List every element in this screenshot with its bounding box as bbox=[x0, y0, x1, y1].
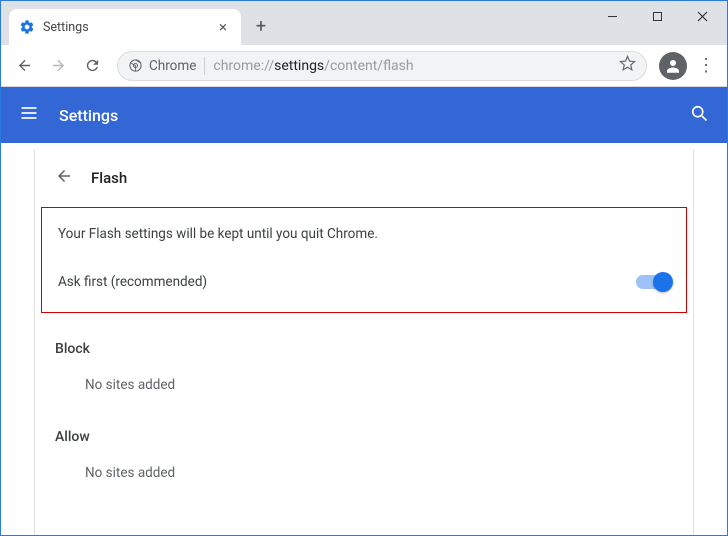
content-back-icon[interactable] bbox=[55, 167, 73, 189]
maximize-button[interactable] bbox=[635, 1, 680, 31]
menu-icon[interactable] bbox=[19, 103, 39, 127]
window-titlebar: Settings × + bbox=[1, 1, 727, 45]
address-bar[interactable]: Chrome chrome://settings/content/flash bbox=[117, 51, 647, 81]
profile-avatar-icon[interactable] bbox=[659, 52, 687, 80]
reload-button[interactable] bbox=[77, 51, 107, 81]
highlighted-settings-box: Your Flash settings will be kept until y… bbox=[41, 207, 687, 313]
content-sub-header: Flash bbox=[35, 149, 693, 203]
settings-content: Flash Your Flash settings will be kept u… bbox=[1, 143, 727, 535]
settings-header: Settings bbox=[1, 87, 727, 143]
bookmark-star-icon[interactable] bbox=[619, 55, 636, 76]
browser-toolbar: Chrome chrome://settings/content/flash ⋮ bbox=[1, 45, 727, 87]
close-window-button[interactable] bbox=[680, 1, 725, 31]
settings-card: Flash Your Flash settings will be kept u… bbox=[34, 149, 694, 535]
new-tab-button[interactable]: + bbox=[247, 12, 275, 40]
forward-button[interactable] bbox=[43, 51, 73, 81]
ask-first-label: Ask first (recommended) bbox=[58, 274, 207, 290]
flash-notice-text: Your Flash settings will be kept until y… bbox=[58, 226, 670, 242]
window-controls bbox=[590, 1, 725, 31]
ask-first-toggle-row: Ask first (recommended) bbox=[58, 274, 670, 290]
chrome-chip-label: Chrome bbox=[149, 58, 196, 74]
minimize-button[interactable] bbox=[590, 1, 635, 31]
search-icon[interactable] bbox=[689, 103, 709, 127]
browser-tab[interactable]: Settings × bbox=[9, 9, 241, 45]
tab-close-icon[interactable]: × bbox=[215, 19, 231, 35]
block-empty-text: No sites added bbox=[35, 371, 693, 419]
chrome-chip: Chrome bbox=[128, 58, 196, 74]
omnibox-divider bbox=[204, 57, 205, 75]
url-text: chrome://settings/content/flash bbox=[213, 58, 611, 74]
content-sub-title: Flash bbox=[91, 169, 127, 187]
tab-title: Settings bbox=[43, 20, 207, 35]
allow-empty-text: No sites added bbox=[35, 459, 693, 507]
settings-gear-icon bbox=[19, 19, 35, 35]
allow-section-title: Allow bbox=[35, 419, 693, 459]
block-section-title: Block bbox=[35, 331, 693, 371]
back-button[interactable] bbox=[9, 51, 39, 81]
ask-first-toggle[interactable] bbox=[636, 275, 670, 289]
settings-title: Settings bbox=[59, 106, 118, 125]
browser-menu-icon[interactable]: ⋮ bbox=[693, 51, 719, 81]
